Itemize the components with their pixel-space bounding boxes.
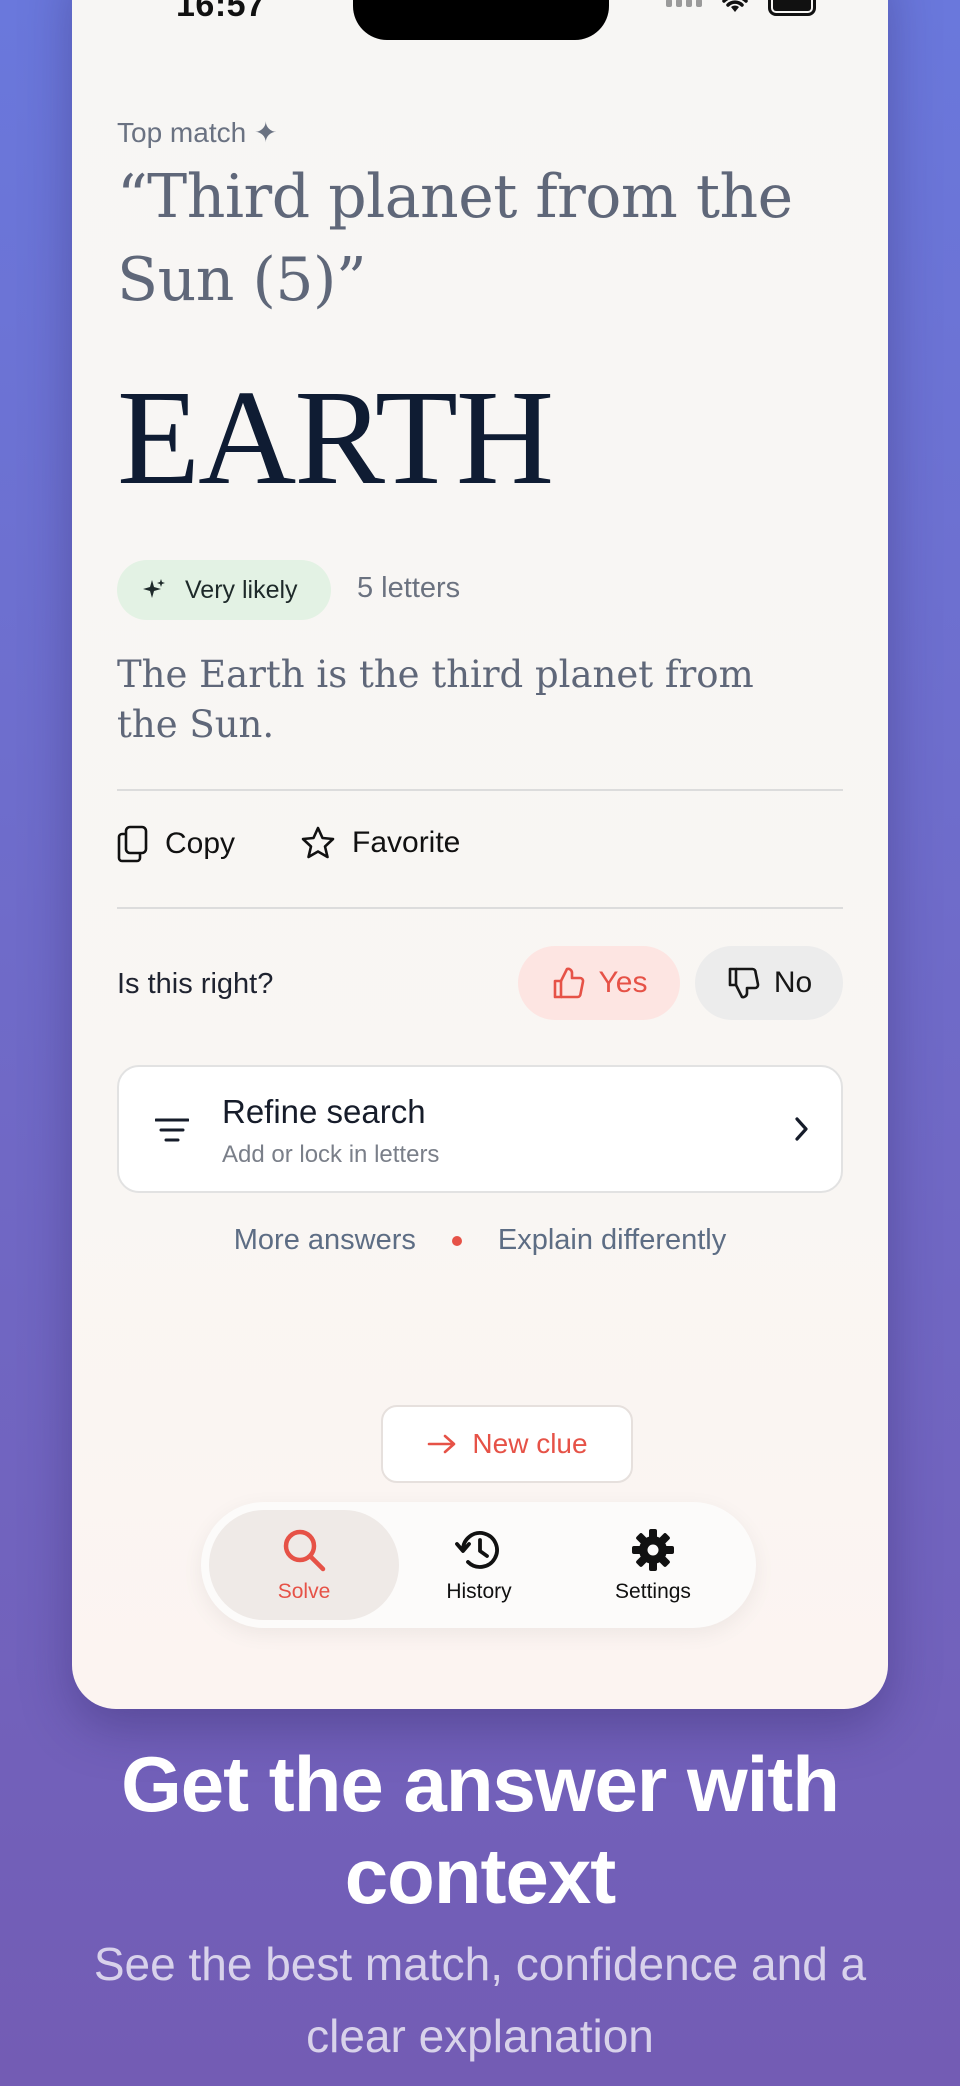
tab-history[interactable]: History <box>384 1510 574 1620</box>
copy-label: Copy <box>165 827 236 860</box>
copy-button[interactable]: Copy <box>117 825 235 863</box>
status-icons <box>666 0 816 16</box>
favorite-button[interactable]: Favorite <box>300 825 460 861</box>
feedback-question: Is this right? <box>117 968 274 1000</box>
divider <box>117 789 843 791</box>
answer-word: EARTH <box>117 363 554 513</box>
signal-icon <box>666 0 702 7</box>
yes-button[interactable]: Yes <box>518 946 680 1020</box>
yes-label: Yes <box>598 966 648 999</box>
tab-solve[interactable]: Solve <box>209 1510 399 1620</box>
confidence-badge: Very likely <box>117 560 331 620</box>
tab-settings[interactable]: Settings <box>558 1510 748 1620</box>
marketing-headline: Get the answer with context <box>121 1740 840 1920</box>
secondary-links: More answers Explain differently <box>117 1224 843 1257</box>
tab-settings-label: Settings <box>615 1580 691 1603</box>
top-match-label: Top match ✦ <box>117 117 278 148</box>
no-label: No <box>773 966 813 999</box>
no-button[interactable]: No <box>695 946 843 1020</box>
star-icon <box>301 826 335 859</box>
explanation-text: The Earth is the third planet from the S… <box>117 653 754 746</box>
more-answers-link[interactable]: More answers <box>234 1224 416 1256</box>
filter-lines-icon <box>155 1118 189 1142</box>
history-icon <box>455 1531 499 1569</box>
letter-count: 5 letters <box>357 572 461 604</box>
marketing-subline: See the best match, confidence and a cle… <box>93 1938 867 2062</box>
separator-dot <box>451 1236 462 1247</box>
refine-title: Refine search <box>222 1093 426 1130</box>
sparkle-icon <box>143 579 165 598</box>
favorite-label: Favorite <box>352 826 461 859</box>
tab-history-label: History <box>446 1580 512 1603</box>
phone-screen: 16:57 Top match ✦ “Third planet from the… <box>72 0 888 1709</box>
status-time: 16:57 <box>176 0 266 24</box>
thumbs-down-icon <box>728 967 760 999</box>
dynamic-island <box>353 0 609 40</box>
clue-text: “Third planet from the Sun (5)” <box>117 162 793 315</box>
battery-icon <box>768 0 816 16</box>
tab-bar: Solve History Settings <box>201 1502 756 1628</box>
copy-icon <box>117 825 148 863</box>
new-clue-button[interactable]: New clue <box>381 1405 633 1483</box>
confidence-label: Very likely <box>185 575 298 604</box>
wifi-icon <box>722 0 748 12</box>
thumbs-up-icon <box>553 967 584 999</box>
tab-solve-label: Solve <box>277 1580 331 1603</box>
explain-differently-link[interactable]: Explain differently <box>498 1224 726 1256</box>
divider <box>117 907 843 909</box>
arrow-right-icon <box>428 1434 456 1454</box>
new-clue-label: New clue <box>472 1428 588 1459</box>
refine-search-button[interactable]: Refine search Add or lock in letters <box>117 1065 843 1193</box>
gear-icon <box>632 1529 674 1571</box>
refine-subtitle: Add or lock in letters <box>222 1141 440 1168</box>
search-icon <box>283 1529 326 1572</box>
chevron-right-icon <box>795 1117 808 1141</box>
